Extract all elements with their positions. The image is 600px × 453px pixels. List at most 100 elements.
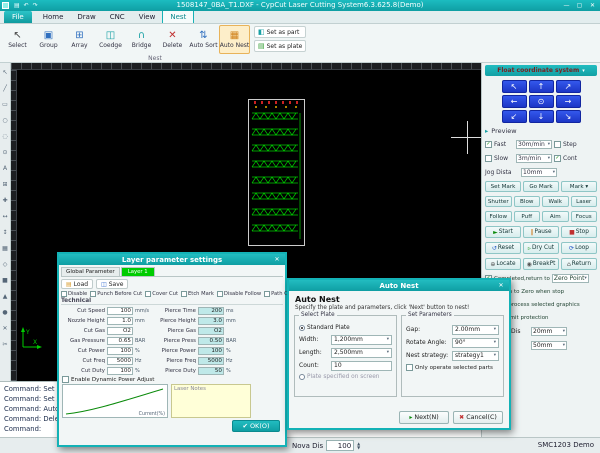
tab-global-parameter[interactable]: Global Parameter	[61, 267, 120, 276]
drawing-tool-icon[interactable]: ✕	[1, 321, 10, 336]
layer-option-checkbox[interactable]: Cover Cut	[145, 291, 178, 297]
param-input[interactable]: 100	[107, 307, 133, 315]
nc-control-button[interactable]: ↺Reset	[485, 242, 521, 254]
machine-function-button[interactable]: Follow	[485, 211, 512, 222]
radio-icon[interactable]	[299, 325, 305, 331]
nc-control-button[interactable]: ◉BreakPt	[523, 258, 559, 270]
checkbox[interactable]	[217, 291, 223, 297]
step-checkbox[interactable]	[554, 141, 561, 148]
ribbon-tool-button[interactable]: ↖ Select	[2, 25, 33, 54]
param-input[interactable]: O2	[107, 327, 133, 335]
fast-checkbox[interactable]: ✓	[485, 141, 492, 148]
machine-function-button[interactable]: Laser	[571, 196, 598, 207]
strategy-input[interactable]: strategy1▾	[452, 351, 499, 361]
layer-option-checkbox[interactable]: Disable	[61, 291, 87, 297]
param-input[interactable]: 50	[198, 367, 224, 375]
ribbon-tool-button[interactable]: ✕ Delete	[157, 25, 188, 54]
slow-speed-select[interactable]: 3m/min▾	[516, 154, 552, 163]
mark-button[interactable]: Mark ▾	[561, 181, 597, 192]
ribbon-tool-button[interactable]: ⇅ Auto Sort	[188, 25, 219, 54]
drawing-tool-icon[interactable]: ⊞	[1, 177, 10, 192]
checkbox[interactable]	[90, 291, 96, 297]
jog-arrow-button[interactable]: ⊙	[529, 95, 554, 108]
ribbon-tool-button[interactable]: ▣ Group	[33, 25, 64, 54]
maximize-button[interactable]: ▢	[573, 2, 586, 9]
nc-control-button[interactable]: ►Start	[485, 226, 521, 238]
jog-arrow-button[interactable]: ↖	[502, 80, 527, 93]
mark-button[interactable]: Set Mark	[485, 181, 521, 192]
nova-distance-input[interactable]: 100	[326, 440, 354, 451]
ribbon-tool-button[interactable]: ▦ Auto Nest	[219, 25, 250, 54]
jog-arrow-button[interactable]: ↓	[529, 110, 554, 123]
file-menu-button[interactable]: File	[4, 11, 32, 23]
jog-arrow-button[interactable]: ↗	[556, 80, 581, 93]
drawing-tool-icon[interactable]: ◌	[1, 129, 10, 144]
coordinate-system-selector[interactable]: Float coordinate system ▾	[485, 65, 597, 76]
only-selected-parts-option[interactable]: Only operate selected parts	[406, 362, 499, 373]
param-input[interactable]: 0.50	[198, 337, 224, 345]
param-input[interactable]: 5000	[107, 357, 133, 365]
laser-notes-box[interactable]: Laser Notes	[171, 384, 251, 418]
checkbox[interactable]	[62, 376, 69, 383]
close-button[interactable]: ✕	[586, 2, 599, 9]
param-input[interactable]: 200	[198, 307, 224, 315]
ribbon-tool-button[interactable]: ◫ Coedge	[95, 25, 126, 54]
nc-control-button[interactable]: ■Stop	[561, 226, 597, 238]
save-button[interactable]: ◫Save	[96, 279, 128, 289]
drawing-tool-icon[interactable]: ■	[1, 273, 10, 288]
nc-control-button[interactable]: ▹Dry Cut	[523, 242, 559, 254]
fast-speed-select[interactable]: 30m/min▾	[516, 140, 552, 149]
preview-button[interactable]: ▸ Preview	[485, 127, 597, 135]
length-input[interactable]: 2,500mm▾	[331, 348, 392, 358]
param-input[interactable]: 100	[107, 367, 133, 375]
dialog-titlebar[interactable]: Layer parameter settings ✕	[59, 254, 285, 265]
close-icon[interactable]: ✕	[495, 280, 507, 291]
menu-tab[interactable]: Home	[36, 10, 71, 23]
jog-arrow-button[interactable]: ↙	[502, 110, 527, 123]
param-input[interactable]: 1.0	[107, 317, 133, 325]
nc-control-button[interactable]: ‖Pause	[523, 226, 559, 238]
next-button[interactable]: ▸Next(N)	[399, 411, 449, 424]
close-icon[interactable]: ✕	[271, 254, 283, 265]
drawing-tool-icon[interactable]: ↖	[1, 65, 10, 80]
load-button[interactable]: ▤Load	[61, 279, 93, 289]
layer-option-checkbox[interactable]: Etch Mark	[181, 291, 214, 297]
param-input[interactable]: 5000	[198, 357, 224, 365]
param-input[interactable]: 3.0	[198, 317, 224, 325]
rotate-angle-input[interactable]: 90°▾	[452, 338, 499, 348]
stepper-icon[interactable]: ▲▼	[357, 442, 360, 450]
ribbon-tool-button[interactable]: ⊞ Array	[64, 25, 95, 54]
drawing-tool-icon[interactable]: ●	[1, 305, 10, 320]
slow-checkbox[interactable]	[485, 155, 492, 162]
set-as-plate-button[interactable]: ▤Set as plate	[254, 40, 306, 52]
machine-function-button[interactable]: Aim	[542, 211, 569, 222]
jog-arrow-button[interactable]: →	[556, 95, 581, 108]
machine-function-button[interactable]: Blow	[514, 196, 541, 207]
menu-tab[interactable]: CNC	[103, 10, 132, 23]
standard-plate-radio[interactable]: Standard Plate	[299, 323, 392, 333]
jog-arrow-button[interactable]: ↘	[556, 110, 581, 123]
param-input[interactable]: 100	[198, 347, 224, 355]
drawing-tool-icon[interactable]: ▲	[1, 289, 10, 304]
drawing-tool-icon[interactable]: ◇	[1, 257, 10, 272]
checkbox[interactable]	[406, 364, 413, 371]
jog-arrow-button[interactable]: ↑	[529, 80, 554, 93]
width-input[interactable]: 1,200mm▾	[331, 335, 392, 345]
drawing-tool-icon[interactable]: A	[1, 161, 10, 176]
nc-control-button[interactable]: ⟳Loop	[561, 242, 597, 254]
gap-input[interactable]: 2.00mm▾	[452, 325, 499, 335]
machine-function-button[interactable]: Walk	[542, 196, 569, 207]
radio-icon[interactable]	[299, 374, 305, 380]
screen-plate-radio[interactable]: Plate specified on screen	[299, 372, 392, 382]
jog-arrow-button[interactable]: ←	[502, 95, 527, 108]
nested-plate-drawing[interactable]	[248, 99, 305, 246]
cont-checkbox[interactable]: ✓	[554, 155, 561, 162]
back-distance-select[interactable]: 50mm▾	[531, 341, 567, 350]
layer-option-checkbox[interactable]: Disable Follow	[217, 291, 261, 297]
machine-function-button[interactable]: Focus	[571, 211, 598, 222]
drawing-tool-icon[interactable]: ✂	[1, 337, 10, 352]
machine-function-button[interactable]: Shutter	[485, 196, 512, 207]
minimize-button[interactable]: —	[560, 2, 573, 9]
nc-control-button[interactable]: ⌂Return	[561, 258, 597, 270]
menu-tab[interactable]: View	[132, 10, 163, 23]
